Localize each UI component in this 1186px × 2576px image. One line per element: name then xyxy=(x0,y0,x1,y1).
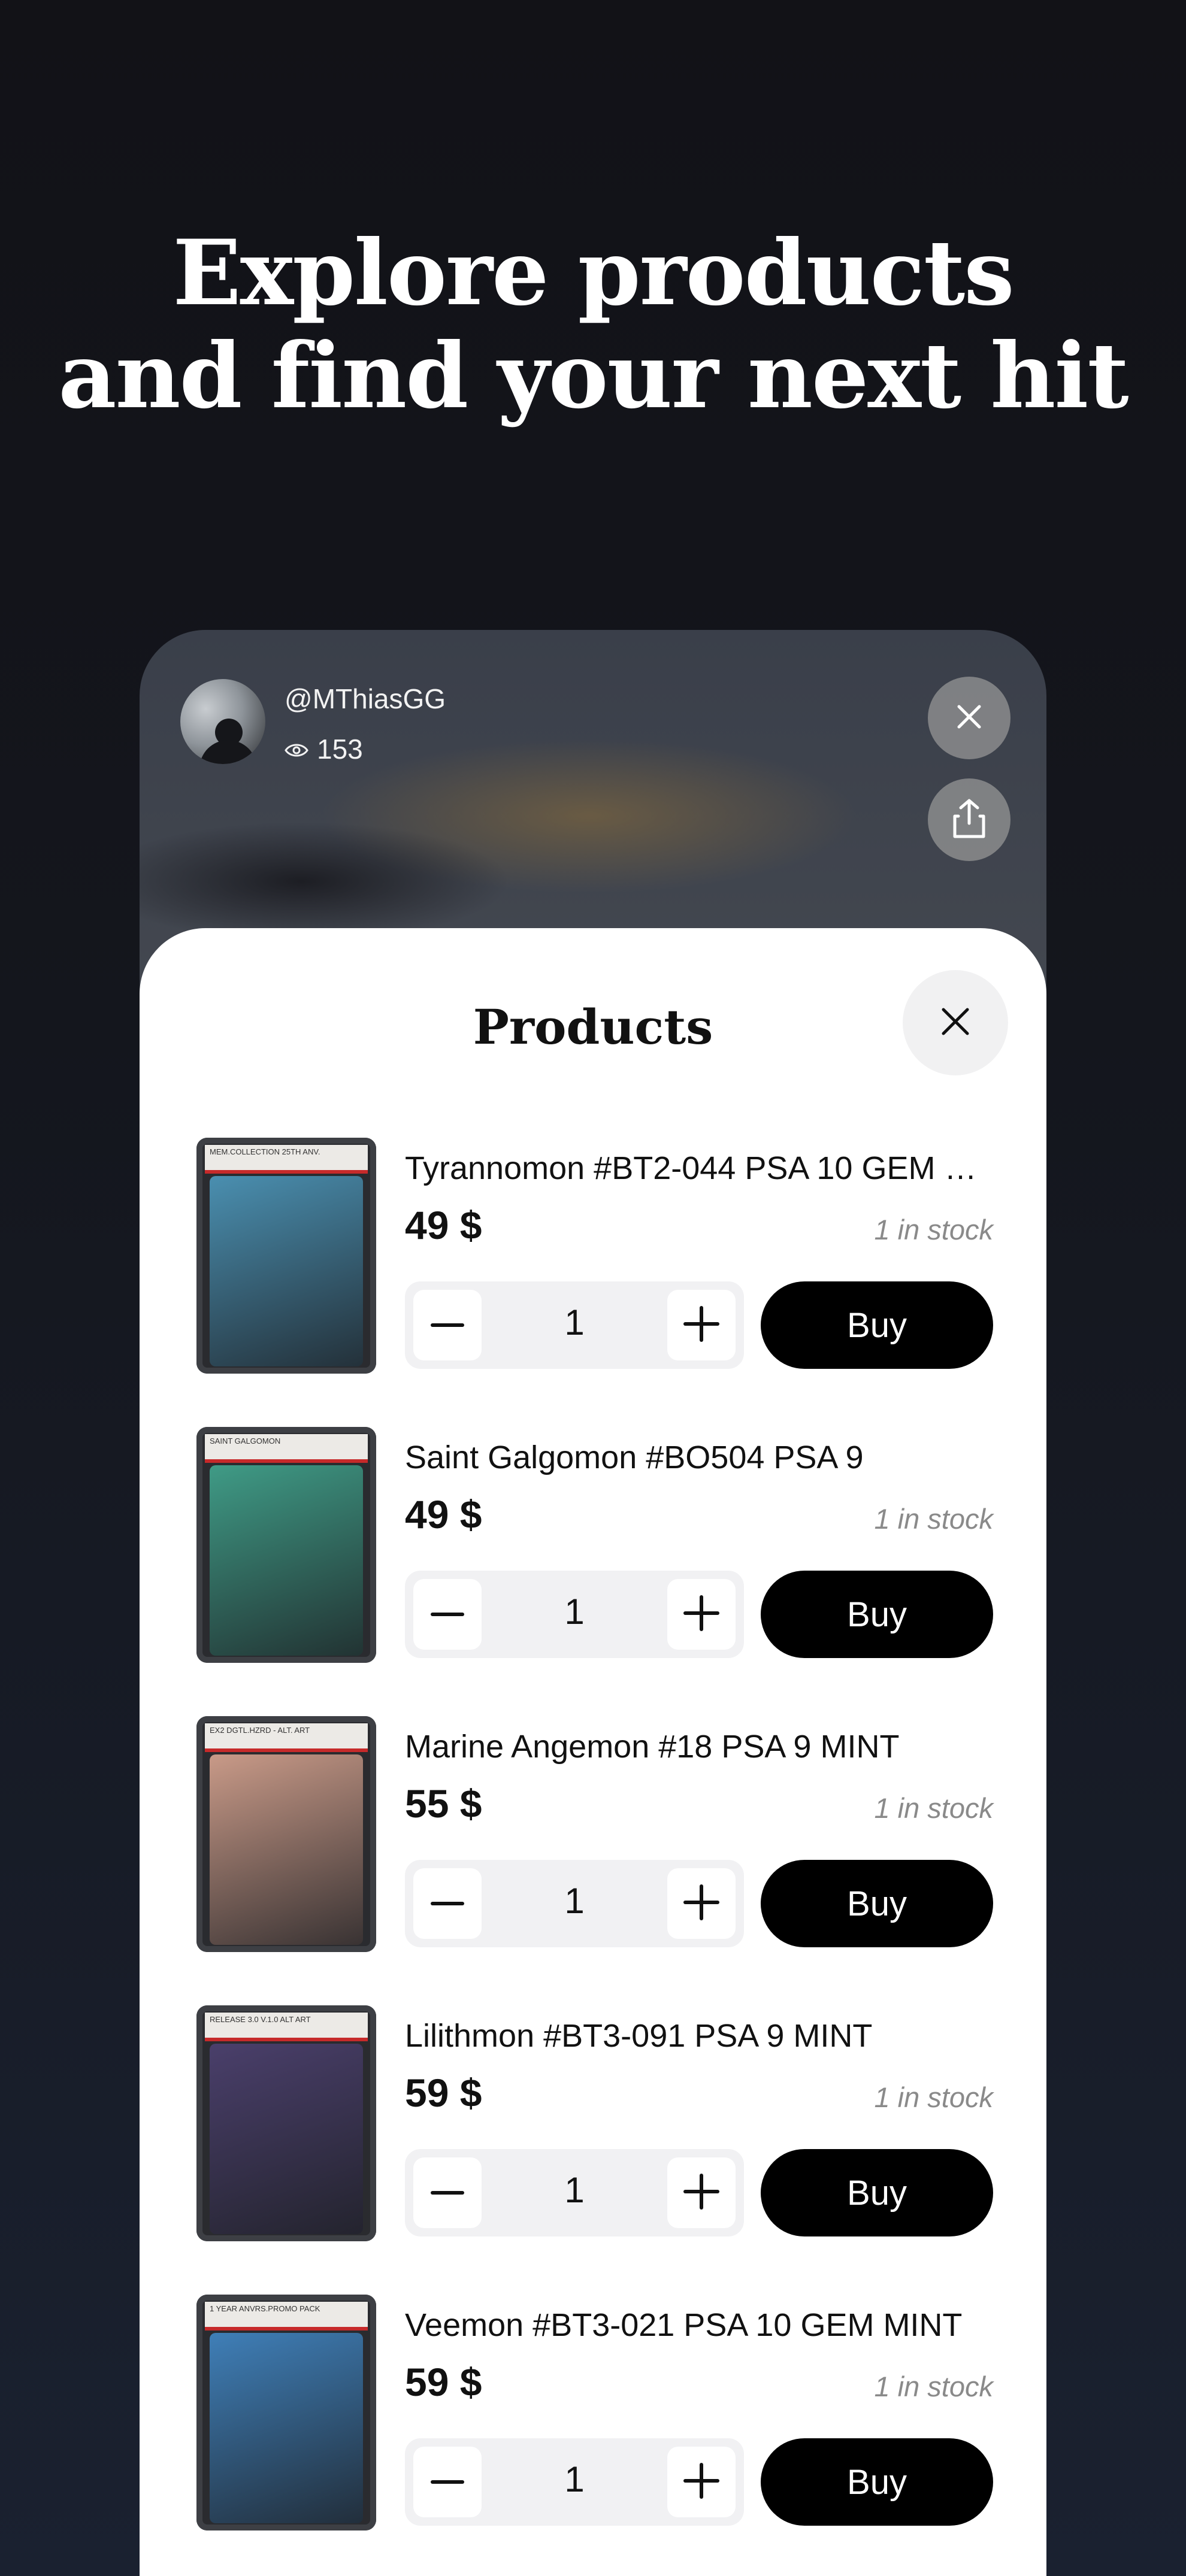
stock-status: 1 in stock xyxy=(874,1792,993,1824)
quantity-stepper: 1 xyxy=(405,1281,744,1369)
hero-heading: Explore products and find your next hit xyxy=(0,222,1186,428)
product-price: 59 $ xyxy=(405,2360,482,2404)
product-card-image[interactable]: MEM.COLLECTION 25TH ANV. xyxy=(196,1138,376,1374)
grading-label-text: SAINT GALGOMON xyxy=(210,1437,281,1445)
stock-status: 1 in stock xyxy=(874,1214,993,1245)
grading-label: EX2 DGTL.HZRD - ALT. ART xyxy=(205,1723,368,1752)
product-price: 49 $ xyxy=(405,1203,482,1247)
quantity-value: 1 xyxy=(564,1302,585,1342)
quantity-stepper: 1 xyxy=(405,1860,744,1947)
quantity-value: 1 xyxy=(564,1881,585,1921)
stock-status: 1 in stock xyxy=(874,1503,993,1535)
product-name[interactable]: Lilithmon #BT3-091 PSA 9 MINT xyxy=(405,2017,992,2054)
increase-quantity-button[interactable] xyxy=(667,1290,736,1360)
grading-label-text: 1 YEAR ANVRS.PROMO PACK xyxy=(210,2304,320,2313)
product-item: 1 YEAR ANVRS.PROMO PACK Veemon #BT3-021 P… xyxy=(196,2295,993,2534)
grading-label-text: EX2 DGTL.HZRD - ALT. ART xyxy=(210,1726,310,1735)
minus-icon xyxy=(431,2477,464,2487)
grading-label-text: RELEASE 3.0 V.1.0 ALT ART xyxy=(210,2015,311,2024)
grading-label: RELEASE 3.0 V.1.0 ALT ART xyxy=(205,2013,368,2041)
product-name[interactable]: Veemon #BT3-021 PSA 10 GEM MINT xyxy=(405,2307,992,2344)
product-card-image[interactable]: 1 YEAR ANVRS.PROMO PACK xyxy=(196,2295,376,2530)
plus-icon xyxy=(683,2173,719,2213)
buy-button[interactable]: Buy xyxy=(761,1571,993,1658)
grading-label: 1 YEAR ANVRS.PROMO PACK xyxy=(205,2302,368,2330)
product-card-image[interactable]: RELEASE 3.0 V.1.0 ALT ART xyxy=(196,2005,376,2241)
product-card-image[interactable]: SAINT GALGOMON xyxy=(196,1427,376,1663)
buy-button[interactable]: Buy xyxy=(761,2149,993,2236)
products-sheet: Products MEM.COLLECTION 25TH ANV. Tyranno… xyxy=(140,928,1046,2576)
increase-quantity-button[interactable] xyxy=(667,2447,736,2517)
stock-status: 1 in stock xyxy=(874,2371,993,2402)
quantity-stepper: 1 xyxy=(405,1571,744,1658)
plus-icon xyxy=(683,1884,719,1923)
product-item: SAINT GALGOMON Saint Galgomon #BO504 PSA … xyxy=(196,1427,993,1666)
product-price: 59 $ xyxy=(405,2071,482,2115)
hero-line-1: Explore products xyxy=(173,220,1014,326)
card-artwork xyxy=(210,1754,363,1945)
stock-status: 1 in stock xyxy=(874,2081,993,2113)
product-item: MEM.COLLECTION 25TH ANV. Tyrannomon #BT2-… xyxy=(196,1138,993,1377)
close-stream-button[interactable] xyxy=(928,677,1010,759)
buy-button[interactable]: Buy xyxy=(761,2438,993,2526)
plus-icon xyxy=(683,1595,719,1634)
minus-icon xyxy=(431,1898,464,1909)
product-price: 55 $ xyxy=(405,1781,482,1826)
product-name[interactable]: Marine Angemon #18 PSA 9 MINT xyxy=(405,1728,992,1765)
minus-icon xyxy=(431,2187,464,2198)
avatar[interactable] xyxy=(180,679,265,764)
decrease-quantity-button[interactable] xyxy=(413,2157,482,2228)
increase-quantity-button[interactable] xyxy=(667,1868,736,1939)
eye-icon xyxy=(285,733,308,765)
quantity-value: 1 xyxy=(564,2170,585,2210)
plus-icon xyxy=(683,2462,719,2502)
buy-button[interactable]: Buy xyxy=(761,1860,993,1947)
product-name[interactable]: Saint Galgomon #BO504 PSA 9 xyxy=(405,1439,992,1476)
grading-label: MEM.COLLECTION 25TH ANV. xyxy=(205,1145,368,1174)
minus-icon xyxy=(431,1609,464,1620)
card-artwork xyxy=(210,2333,363,2523)
close-icon xyxy=(954,702,984,735)
buy-button[interactable]: Buy xyxy=(761,1281,993,1369)
share-button[interactable] xyxy=(928,778,1010,861)
quantity-value: 1 xyxy=(564,1592,585,1632)
increase-quantity-button[interactable] xyxy=(667,1579,736,1650)
card-artwork xyxy=(210,1176,363,1366)
viewer-count: 153 xyxy=(285,733,363,765)
quantity-stepper: 1 xyxy=(405,2149,744,2236)
hero-line-2: and find your next hit xyxy=(58,323,1128,429)
decrease-quantity-button[interactable] xyxy=(413,1868,482,1939)
decrease-quantity-button[interactable] xyxy=(413,1579,482,1650)
product-item: RELEASE 3.0 V.1.0 ALT ART Lilithmon #BT3-… xyxy=(196,2005,993,2245)
close-icon xyxy=(937,1004,973,1042)
card-artwork xyxy=(210,1465,363,1656)
quantity-value: 1 xyxy=(564,2459,585,2499)
share-icon xyxy=(951,798,987,842)
viewer-count-value: 153 xyxy=(317,734,363,765)
increase-quantity-button[interactable] xyxy=(667,2157,736,2228)
product-item: EX2 DGTL.HZRD - ALT. ART Marine Angemon #… xyxy=(196,1716,993,1956)
grading-label-text: MEM.COLLECTION 25TH ANV. xyxy=(210,1147,320,1156)
minus-icon xyxy=(431,1320,464,1331)
product-price: 49 $ xyxy=(405,1492,482,1536)
grading-label: SAINT GALGOMON xyxy=(205,1434,368,1463)
card-artwork xyxy=(210,2044,363,2234)
quantity-stepper: 1 xyxy=(405,2438,744,2526)
product-name[interactable]: Tyrannomon #BT2-044 PSA 10 GEM MINT xyxy=(405,1150,992,1187)
product-card-image[interactable]: EX2 DGTL.HZRD - ALT. ART xyxy=(196,1716,376,1952)
close-sheet-button[interactable] xyxy=(903,970,1008,1075)
decrease-quantity-button[interactable] xyxy=(413,2447,482,2517)
decrease-quantity-button[interactable] xyxy=(413,1290,482,1360)
plus-icon xyxy=(683,1305,719,1345)
streamer-username[interactable]: @MThiasGG xyxy=(285,683,446,715)
